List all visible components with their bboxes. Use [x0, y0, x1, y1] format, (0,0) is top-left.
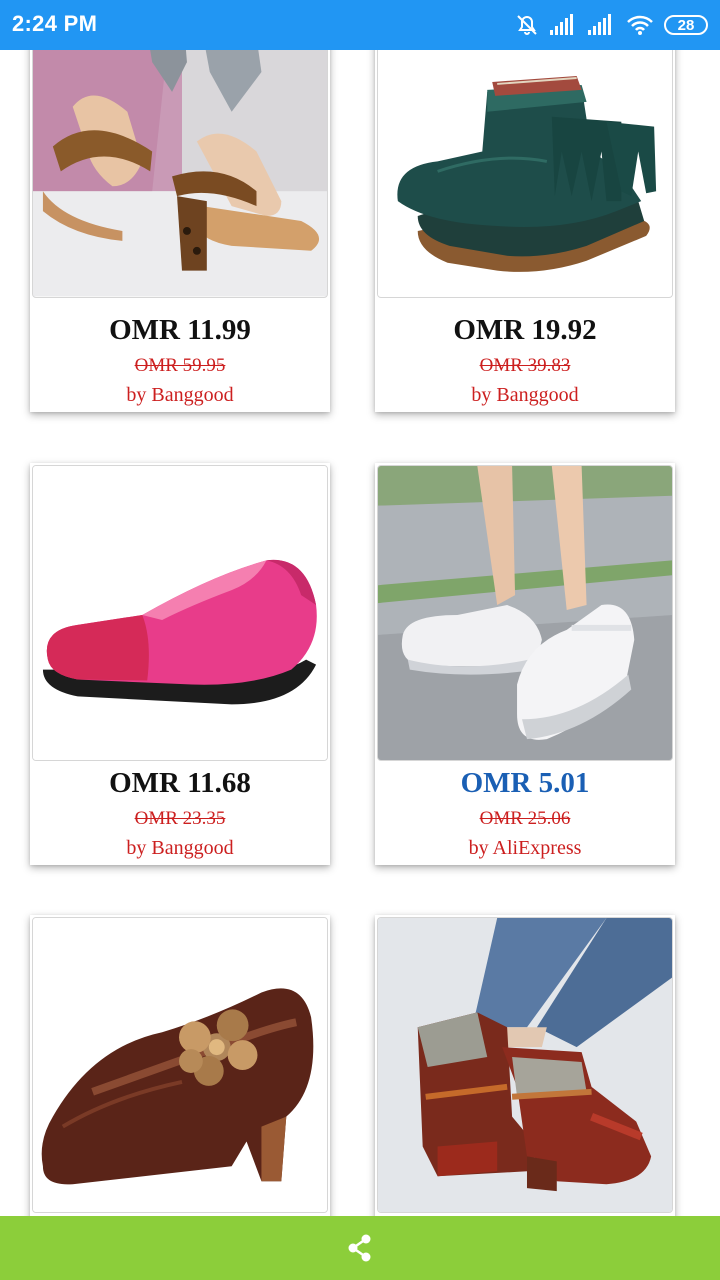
- share-icon[interactable]: [344, 1232, 376, 1264]
- status-time: 2:24 PM: [12, 11, 98, 36]
- bottom-bar: [0, 1216, 720, 1280]
- product-image-brown-flower-heel[interactable]: [32, 917, 328, 1213]
- status-bar: 2:24 PM 28: [0, 0, 720, 50]
- status-icons: 28: [514, 12, 708, 38]
- product-old-price: OMR 59.95: [134, 355, 226, 376]
- product-grid[interactable]: OMR 11.99 OMR 59.95 by Banggood OMR 19.9…: [0, 50, 720, 1216]
- signal-icon: [588, 14, 616, 36]
- alarm-off-icon: [514, 12, 540, 38]
- product-image-leopard-sandal[interactable]: [32, 50, 328, 298]
- product-price: OMR 11.99: [109, 314, 251, 346]
- signal-icon: [550, 14, 578, 36]
- battery-icon: 28: [664, 15, 708, 35]
- product-seller: by Banggood: [126, 837, 234, 859]
- product-price: OMR 5.01: [460, 767, 590, 799]
- product-seller: by Banggood: [126, 384, 234, 406]
- product-card[interactable]: [375, 915, 675, 1216]
- product-image-patterned-ankle-boot[interactable]: [377, 917, 673, 1213]
- product-old-price: OMR 23.35: [134, 808, 226, 829]
- product-image-pink-loafer[interactable]: [32, 465, 328, 761]
- product-old-price: OMR 39.83: [479, 355, 571, 376]
- product-image-white-sneaker[interactable]: [377, 465, 673, 761]
- product-card[interactable]: OMR 5.01 OMR 25.06 by AliExpress: [375, 463, 675, 865]
- product-card[interactable]: OMR 11.68 OMR 23.35 by Banggood: [30, 463, 330, 865]
- product-price: OMR 19.92: [453, 314, 597, 346]
- product-card[interactable]: [30, 915, 330, 1216]
- product-old-price: OMR 25.06: [479, 808, 571, 829]
- wifi-icon: [626, 14, 654, 36]
- product-price: OMR 11.68: [109, 767, 251, 799]
- product-seller: by Banggood: [471, 384, 579, 406]
- product-card[interactable]: OMR 19.92 OMR 39.83 by Banggood: [375, 50, 675, 412]
- product-image-green-fringe-boot[interactable]: [377, 50, 673, 298]
- product-seller: by AliExpress: [468, 837, 582, 859]
- product-card[interactable]: OMR 11.99 OMR 59.95 by Banggood: [30, 50, 330, 412]
